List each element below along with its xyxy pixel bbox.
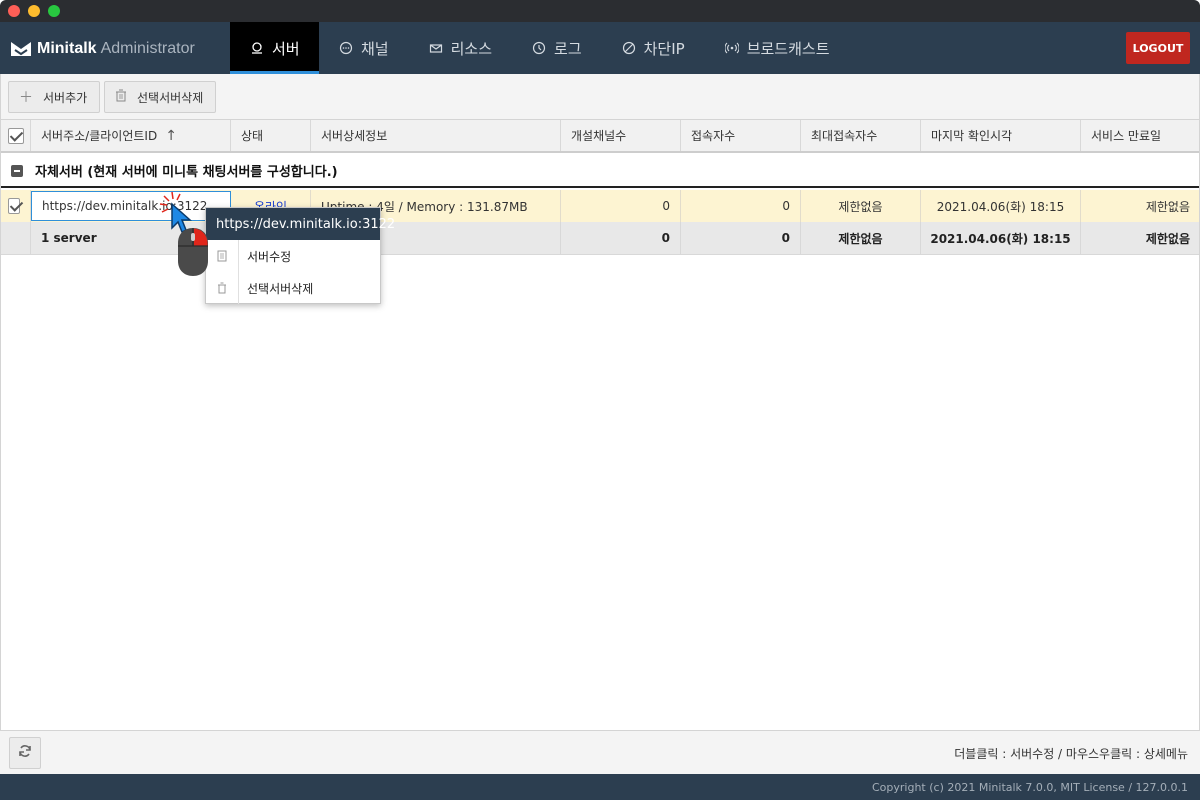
delete-selected-label: 선택서버삭제 bbox=[137, 90, 204, 105]
col-users[interactable]: 접속자수 bbox=[681, 120, 801, 151]
window-close-button[interactable] bbox=[8, 5, 20, 17]
tab-resource-label: 리소스 bbox=[450, 39, 493, 58]
tab-log[interactable]: 로그 bbox=[512, 22, 602, 74]
trash-icon bbox=[115, 89, 127, 106]
col-last-check[interactable]: 마지막 확인시각 bbox=[921, 120, 1081, 151]
col-expire[interactable]: 서비스 만료일 bbox=[1081, 120, 1200, 151]
row-checkbox-cell[interactable] bbox=[0, 190, 31, 222]
menu-item-delete-server[interactable]: 선택서버삭제 bbox=[206, 272, 380, 304]
row-checkbox[interactable] bbox=[8, 198, 20, 214]
menu-item-edit-label: 서버수정 bbox=[247, 249, 292, 264]
edit-icon bbox=[206, 240, 239, 272]
main-nav: 서버 채널 리소스 로그 차단IP 브로드캐스트 bbox=[230, 22, 850, 74]
tab-blocked-ip-label: 차단IP bbox=[643, 39, 685, 58]
tab-channel[interactable]: 채널 bbox=[319, 22, 409, 74]
col-detail[interactable]: 서버상세정보 bbox=[311, 120, 561, 151]
server-icon bbox=[250, 41, 264, 55]
chat-icon bbox=[339, 41, 353, 55]
expire-cell: 제한없음 bbox=[1145, 199, 1190, 214]
tab-resource[interactable]: 리소스 bbox=[409, 22, 512, 74]
col-status[interactable]: 상태 bbox=[231, 120, 311, 151]
tab-channel-label: 채널 bbox=[361, 39, 389, 58]
copyright-bar: Copyright (c) 2021 Minitalk 7.0.0, MIT L… bbox=[0, 774, 1200, 800]
context-menu: https://dev.minitalk.io:3122 서버수정 선택서버삭제 bbox=[205, 207, 395, 304]
tab-server-label: 서버 bbox=[272, 39, 300, 58]
select-all-checkbox-cell[interactable] bbox=[0, 120, 31, 151]
logout-button[interactable]: LOGOUT bbox=[1126, 32, 1190, 64]
select-all-checkbox[interactable] bbox=[8, 127, 24, 144]
group-title: 자체서버 (현재 서버에 미니톡 채팅서버를 구성합니다.) bbox=[35, 165, 338, 180]
grid-header: 서버주소/클라이언트ID ↑ 상태 서버상세정보 개설채널수 접속자수 최대접속… bbox=[0, 120, 1200, 153]
block-icon bbox=[622, 41, 636, 55]
collapse-group-icon[interactable] bbox=[11, 164, 23, 177]
menu-item-delete-label: 선택서버삭제 bbox=[247, 281, 314, 296]
col-channels[interactable]: 개설채널수 bbox=[561, 120, 681, 151]
app-logo: Minitalk Administrator bbox=[10, 38, 195, 60]
last-check-cell: 2021.04.06(화) 18:15 bbox=[921, 190, 1081, 222]
tab-server[interactable]: 서버 bbox=[230, 22, 319, 74]
summary-channels: 0 bbox=[561, 222, 681, 254]
group-header-row[interactable]: 자체서버 (현재 서버에 미니톡 채팅서버를 구성합니다.) bbox=[0, 155, 1200, 188]
channels-cell: 0 bbox=[561, 190, 681, 222]
delete-selected-server-button[interactable]: 선택서버삭제 bbox=[104, 81, 217, 113]
max-users-cell: 제한없음 bbox=[801, 190, 921, 222]
history-icon bbox=[532, 41, 546, 55]
usage-hint: 더블클릭 : 서버수정 / 마우스우클릭 : 상세메뉴 bbox=[954, 747, 1188, 761]
window-maximize-button[interactable] bbox=[48, 5, 60, 17]
frame-left-border bbox=[0, 74, 1, 774]
users-cell: 0 bbox=[681, 190, 801, 222]
minitalk-logo-icon bbox=[10, 40, 32, 58]
app-header: Minitalk Administrator 서버 채널 리소스 로그 차단IP… bbox=[0, 22, 1200, 74]
tab-broadcast[interactable]: 브로드캐스트 bbox=[705, 22, 850, 74]
window-minimize-button[interactable] bbox=[28, 5, 40, 17]
app-subtitle: Administrator bbox=[100, 40, 195, 57]
menu-item-edit-server[interactable]: 서버수정 bbox=[206, 240, 380, 272]
refresh-button[interactable] bbox=[9, 737, 41, 769]
mail-icon bbox=[429, 41, 443, 55]
tab-blocked-ip[interactable]: 차단IP bbox=[602, 22, 705, 74]
add-server-label: 서버추가 bbox=[43, 90, 88, 105]
context-menu-title: https://dev.minitalk.io:3122 bbox=[206, 208, 395, 240]
col-address-label: 서버주소/클라이언트ID bbox=[41, 129, 158, 143]
plus-icon: ＋ bbox=[19, 90, 33, 106]
refresh-icon bbox=[18, 744, 32, 762]
add-server-button[interactable]: ＋ 서버추가 bbox=[8, 81, 101, 113]
right-click-mouse-icon bbox=[177, 227, 209, 277]
tab-log-label: 로그 bbox=[554, 39, 582, 58]
toolbar: ＋ 서버추가 선택서버삭제 bbox=[0, 74, 1200, 120]
copyright-text: Copyright (c) 2021 Minitalk 7.0.0, MIT L… bbox=[872, 780, 1188, 794]
server-address-cell[interactable]: https://dev.minitalk.io:3122 bbox=[31, 191, 231, 221]
sort-ascending-icon: ↑ bbox=[165, 127, 177, 144]
window-titlebar bbox=[0, 0, 1200, 22]
trash-icon bbox=[206, 272, 239, 304]
footer-toolbar: 더블클릭 : 서버수정 / 마우스우클릭 : 상세메뉴 bbox=[0, 730, 1200, 774]
summary-expire: 제한없음 bbox=[1145, 231, 1190, 246]
col-max-users[interactable]: 최대접속자수 bbox=[801, 120, 921, 151]
summary-max-users: 제한없음 bbox=[801, 222, 921, 254]
summary-last-check: 2021.04.06(화) 18:15 bbox=[921, 222, 1081, 254]
broadcast-icon bbox=[724, 41, 739, 55]
col-address[interactable]: 서버주소/클라이언트ID ↑ bbox=[31, 120, 231, 151]
summary-spacer bbox=[0, 222, 31, 254]
tab-broadcast-label: 브로드캐스트 bbox=[746, 39, 830, 58]
summary-users: 0 bbox=[681, 222, 801, 254]
app-brand: Minitalk bbox=[37, 40, 97, 57]
